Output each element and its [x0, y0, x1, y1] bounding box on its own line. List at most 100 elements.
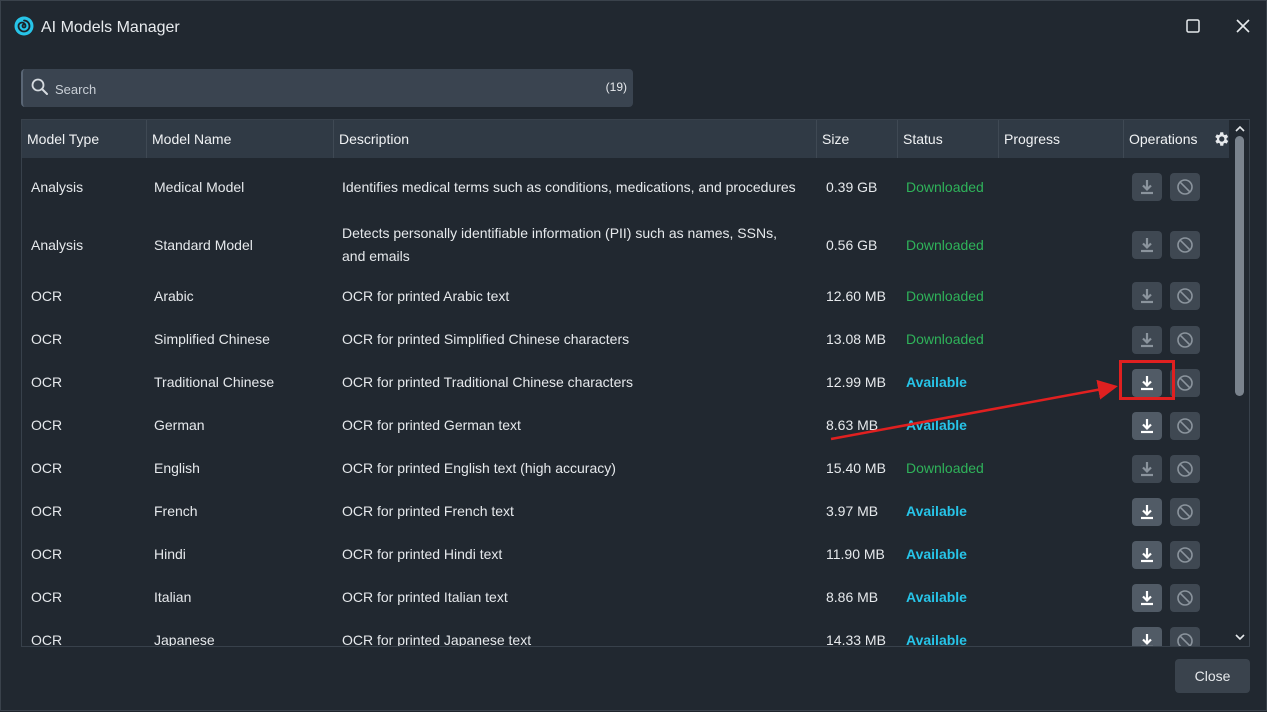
- cell-model-type: Analysis: [31, 179, 84, 195]
- cell-size: 12.60 MB: [826, 288, 886, 304]
- cancel-circle-icon: [1177, 375, 1193, 391]
- table-row[interactable]: OCR Japanese OCR for printed Japanese text…: [22, 619, 1229, 647]
- close-x-icon: [1236, 19, 1250, 33]
- table-row[interactable]: OCR English OCR for printed English text (…: [22, 447, 1229, 490]
- search-bar[interactable]: (19): [21, 69, 633, 107]
- maximize-button[interactable]: [1180, 13, 1206, 39]
- table-row[interactable]: OCR French OCR for printed French text 3.97…: [22, 490, 1229, 533]
- column-header-description[interactable]: Description: [334, 120, 817, 158]
- table-row[interactable]: OCR Simplified Chinese OCR for printed Sim…: [22, 318, 1229, 361]
- cancel-button[interactable]: [1170, 412, 1200, 440]
- maximize-icon: [1186, 19, 1200, 33]
- download-button[interactable]: [1132, 412, 1162, 440]
- cell-status: Available: [906, 374, 967, 390]
- column-header-model-name[interactable]: Model Name: [147, 120, 334, 158]
- table-row[interactable]: OCR German OCR for printed German text 8.63…: [22, 404, 1229, 447]
- scroll-down-icon[interactable]: [1233, 630, 1247, 644]
- cancel-button[interactable]: [1170, 584, 1200, 612]
- download-icon: [1141, 238, 1153, 253]
- download-button[interactable]: [1132, 455, 1162, 483]
- download-button[interactable]: [1132, 541, 1162, 569]
- cell-description: Identifies medical terms such as conditi…: [342, 179, 796, 195]
- download-icon: [1141, 419, 1153, 434]
- table-row[interactable]: OCR Italian OCR for printed Italian text 8.…: [22, 576, 1229, 619]
- cell-model-name: German: [154, 417, 205, 433]
- cell-size: 3.97 MB: [826, 503, 879, 519]
- cancel-circle-icon: [1177, 547, 1193, 563]
- cell-size: 0.56 GB: [826, 237, 878, 253]
- column-header-progress[interactable]: Progress: [999, 120, 1124, 158]
- cancel-button[interactable]: [1170, 498, 1200, 526]
- cell-model-name: Standard Model: [154, 237, 253, 253]
- table-row[interactable]: Analysis Medical Model Identifies medical …: [22, 158, 1229, 216]
- close-button[interactable]: Close: [1175, 659, 1250, 693]
- download-button[interactable]: [1132, 584, 1162, 612]
- table-row[interactable]: Analysis Standard Model Detects personally…: [22, 216, 1229, 274]
- download-icon: [1141, 505, 1153, 520]
- cancel-circle-icon: [1177, 590, 1193, 606]
- cell-status: Available: [906, 589, 967, 605]
- cell-model-name: Simplified Chinese: [154, 331, 270, 347]
- download-button[interactable]: [1132, 627, 1162, 646]
- cell-status: Downloaded: [906, 460, 984, 476]
- vertical-scrollbar[interactable]: [1231, 120, 1249, 646]
- window-title: AI Models Manager: [41, 19, 180, 36]
- cell-model-name: Italian: [154, 589, 192, 605]
- cancel-button[interactable]: [1170, 173, 1200, 201]
- download-icon: [1141, 180, 1153, 195]
- cancel-button[interactable]: [1170, 627, 1200, 646]
- cell-model-name: Traditional Chinese: [154, 374, 275, 390]
- table-row[interactable]: OCR Hindi OCR for printed Hindi text 11.90 …: [22, 533, 1229, 576]
- cell-description: OCR for printed Simplified Chinese chara…: [342, 331, 630, 347]
- cancel-button[interactable]: [1170, 326, 1200, 354]
- download-button[interactable]: [1132, 231, 1162, 259]
- download-button[interactable]: [1132, 498, 1162, 526]
- cancel-button[interactable]: [1170, 455, 1200, 483]
- window-close-button[interactable]: [1230, 13, 1256, 39]
- cell-description: OCR for printed Hindi text: [342, 546, 503, 562]
- download-button[interactable]: [1132, 282, 1162, 310]
- download-button[interactable]: [1132, 369, 1162, 397]
- cancel-circle-icon: [1177, 288, 1193, 304]
- cell-status: Available: [906, 632, 967, 647]
- download-icon: [1141, 634, 1153, 646]
- table-row[interactable]: OCR Traditional Chinese OCR for printed Tr…: [22, 361, 1229, 404]
- cancel-button[interactable]: [1170, 541, 1200, 569]
- cancel-circle-icon: [1177, 633, 1193, 646]
- gear-icon[interactable]: [1212, 130, 1230, 148]
- scroll-up-icon[interactable]: [1233, 122, 1247, 136]
- cell-model-type: OCR: [31, 331, 63, 347]
- cell-size: 11.90 MB: [826, 546, 885, 562]
- cell-status: Downloaded: [906, 237, 984, 253]
- download-button[interactable]: [1132, 173, 1162, 201]
- cell-model-type: OCR: [31, 460, 63, 476]
- cancel-circle-icon: [1177, 504, 1193, 520]
- cell-size: 0.39 GB: [826, 179, 878, 195]
- search-result-count: (19): [605, 80, 627, 94]
- cancel-button[interactable]: [1170, 282, 1200, 310]
- cell-description: OCR for printed Traditional Chinese char…: [342, 374, 634, 390]
- download-icon: [1141, 548, 1153, 563]
- table-row[interactable]: OCR Arabic OCR for printed Arabic text 12.6…: [22, 274, 1229, 318]
- operations-label: Operations: [1129, 131, 1198, 147]
- cell-description: OCR for printed Italian text: [342, 589, 508, 605]
- column-header-operations[interactable]: Operations: [1124, 120, 1229, 158]
- cancel-button[interactable]: [1170, 231, 1200, 259]
- column-header-model-type[interactable]: Model Type: [22, 120, 147, 158]
- cell-model-type: OCR: [31, 374, 63, 390]
- cell-size: 14.33 MB: [826, 632, 886, 647]
- models-table: Model Type Model Name Description Size S…: [21, 119, 1250, 647]
- cell-description: OCR for printed French text: [342, 503, 514, 519]
- cell-model-name: English: [154, 460, 200, 476]
- column-header-size[interactable]: Size: [817, 120, 898, 158]
- cancel-circle-icon: [1177, 179, 1193, 195]
- download-icon: [1141, 333, 1153, 348]
- column-header-status[interactable]: Status: [898, 120, 999, 158]
- cancel-button[interactable]: [1170, 369, 1200, 397]
- cell-model-type: OCR: [31, 288, 63, 304]
- search-input[interactable]: [55, 78, 595, 100]
- scrollbar-thumb[interactable]: [1235, 136, 1244, 396]
- download-button[interactable]: [1132, 326, 1162, 354]
- cancel-circle-icon: [1177, 237, 1193, 253]
- download-icon: [1141, 289, 1153, 304]
